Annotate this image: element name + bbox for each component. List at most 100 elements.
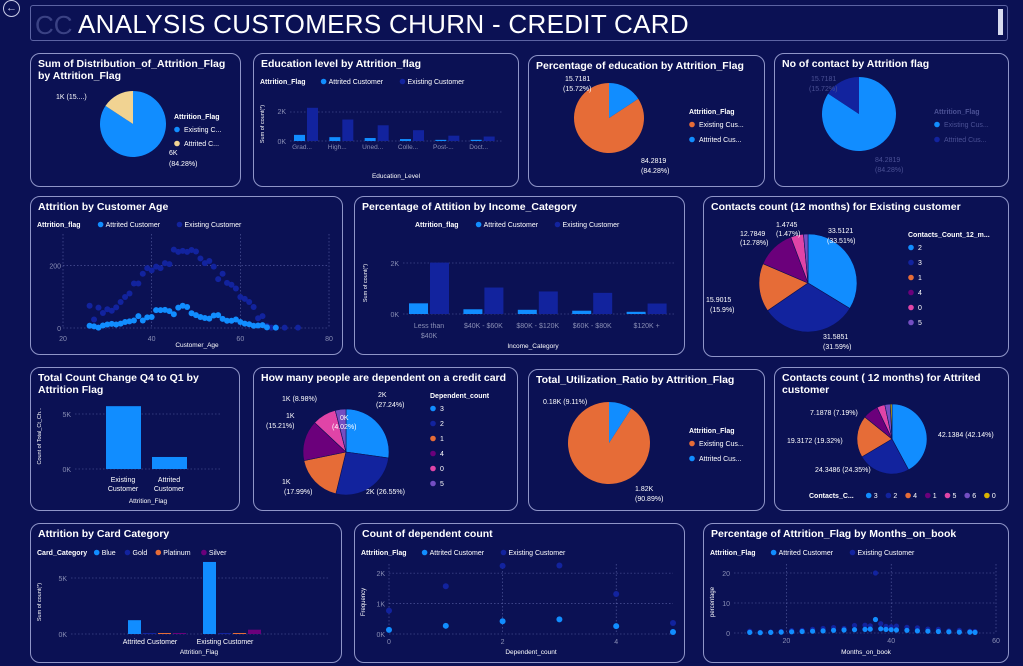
legend: Attrition_Flag Attrited Customer Existing … <box>361 549 566 557</box>
chart-card-utilization-ratio[interactable]: Total_Utilization_Ratio by Attrition_Fla… <box>528 369 765 511</box>
chart-card-education-level[interactable]: Education level by Attrition_flag Attrit… <box>253 53 519 187</box>
legend-label: Attrited Cus... <box>699 137 741 144</box>
chart-card-contacts-attrited[interactable]: Contacts count ( 12 months) for Attrited… <box>774 367 1009 511</box>
pie-label: 1K (15....) <box>56 94 87 101</box>
scatter-point <box>556 562 563 569</box>
legend-title: Attrition_Flag <box>710 550 756 557</box>
scatter-point <box>246 298 253 305</box>
chart-card-customer-age[interactable]: Attrition by Customer Age Attrition_flag… <box>30 196 343 355</box>
legend-label: Attrited Customer <box>779 550 834 557</box>
bar <box>218 633 231 634</box>
pie-label: 84.2819 <box>641 158 666 165</box>
bar <box>430 262 449 314</box>
bar <box>329 137 341 141</box>
legend-marker <box>320 78 327 85</box>
legend-marker <box>849 549 856 556</box>
x-tick: $60K - $80K <box>573 323 612 330</box>
legend-label: 5 <box>953 493 957 500</box>
y-tick: 1K <box>376 602 385 609</box>
x-tick: Attrited Customer <box>123 639 178 646</box>
legend-title: Attrition_Flag <box>689 428 735 435</box>
legend-marker <box>430 465 436 472</box>
scatter-point <box>126 290 133 297</box>
pie-label: 19.3172 (19.32%) <box>787 438 843 445</box>
chart-card-contacts-existing[interactable]: Contacts count (12 months) for Existing … <box>703 196 1009 357</box>
legend-label: 2 <box>440 421 444 428</box>
legend: Dependent_count 3 2 1 4 0 5 <box>430 393 490 488</box>
legend-label: Blue <box>102 550 116 557</box>
bar <box>203 561 216 634</box>
y-tick: 2K <box>376 571 385 578</box>
x-tick: Attrited Customer <box>154 477 185 493</box>
scatter-point <box>935 628 941 635</box>
back-arrow-icon[interactable]: ← <box>3 0 20 17</box>
chart-card-education-percentage[interactable]: Percentage of education by Attrition_Fla… <box>528 55 765 187</box>
legend-title: Card_Category <box>37 550 87 557</box>
pie-chart: 42.1384 (42.14%) 24.3486 (24.35%) 19.3172 … <box>787 403 996 500</box>
pie-label: 1.4745 <box>776 222 798 229</box>
legend: Attrition_Flag Attrited Customer Existing … <box>260 78 465 86</box>
scatter-point <box>613 591 620 598</box>
chart-card-card-category[interactable]: Attrition by Card Category Card_Category… <box>30 523 342 663</box>
scatter-point <box>193 248 199 255</box>
scatter-point <box>157 265 164 272</box>
legend-label: Existing Customer <box>408 79 465 86</box>
title-bar: CC ANALYSIS CUSTOMERS CHURN - CREDIT CAR… <box>30 5 1008 41</box>
x-tick: High... <box>328 144 347 151</box>
legend-label: 2 <box>918 245 922 252</box>
scatter-point <box>757 630 763 636</box>
legend-title: Dependent_count <box>430 393 490 400</box>
pie-label: 12.7849 <box>740 231 765 238</box>
legend-marker <box>905 492 911 499</box>
legend-title: Contacts_Count_12_m... <box>908 232 990 239</box>
chart-card-total-count-change[interactable]: Total Count Change Q4 to Q1 by Attrition… <box>30 367 240 511</box>
pie-label: (84.28%) <box>169 161 197 168</box>
scatter-point <box>946 629 952 635</box>
scatter-point <box>259 313 266 320</box>
legend-title: Attrition_Flag <box>934 109 980 116</box>
pie-label: 33.5121 <box>828 228 853 235</box>
chart-card-attrition-distribution[interactable]: Sum of Distribution_of_Attrition_Flag by… <box>30 53 241 187</box>
x-tick: 2 <box>501 639 505 646</box>
scatter-point <box>272 324 279 331</box>
bar <box>364 138 376 141</box>
legend: Contacts_C... 3 2 4 1 5 6 0 <box>809 492 996 500</box>
bar <box>377 125 389 141</box>
scatter-point <box>281 324 288 331</box>
bar <box>152 456 187 469</box>
x-tick: Colle... <box>398 144 418 151</box>
y-tick: 0K <box>277 139 286 146</box>
legend-label: Existing Customer <box>509 550 566 557</box>
x-axis-label: Dependent_count <box>505 649 557 656</box>
legend-label: Existing Cus... <box>944 122 989 129</box>
scatter-point <box>117 298 124 305</box>
legend: Attrition_Flag Existing Cus... Attrited Cu… <box>689 109 744 144</box>
x-tick: Existing Customer <box>197 639 254 646</box>
scatter-point <box>747 629 753 635</box>
chart-card-no-of-contact[interactable]: No of contact by Attrition flag 15.7181(… <box>774 53 1009 187</box>
chart-card-dependents[interactable]: How many people are dependent on a credi… <box>253 367 518 511</box>
scatter-point <box>197 255 204 262</box>
legend-label: Existing Customer <box>563 222 620 229</box>
chart-card-dependent-count[interactable]: Count of dependent count Attrition_Flag A… <box>354 523 685 663</box>
chart-card-income-category[interactable]: Percentage of Attition by Income_Categor… <box>354 196 685 355</box>
pie-label: (4.02%) <box>332 424 357 431</box>
scatter-point <box>91 316 98 323</box>
bar <box>647 303 667 314</box>
scatter-point <box>904 627 910 633</box>
x-tick: Existing Customer <box>108 477 139 493</box>
pie-label: (15.21%) <box>266 423 294 430</box>
legend-marker <box>500 549 507 556</box>
legend-marker <box>908 319 914 326</box>
bar <box>483 136 495 141</box>
bar <box>143 633 156 634</box>
x-tick: 60 <box>236 336 244 343</box>
y-tick: 0K <box>376 632 385 639</box>
scatter-point <box>113 304 120 311</box>
y-tick: 5K <box>58 576 67 583</box>
bar <box>626 311 646 314</box>
legend-title: Attrition_Flag <box>689 109 735 116</box>
legend-label: Existing Cus... <box>699 441 744 448</box>
chart-card-months-on-book[interactable]: Percentage of Attrition_Flag by Months_o… <box>703 523 1009 663</box>
legend-title: Attrition_Flag <box>174 114 220 121</box>
